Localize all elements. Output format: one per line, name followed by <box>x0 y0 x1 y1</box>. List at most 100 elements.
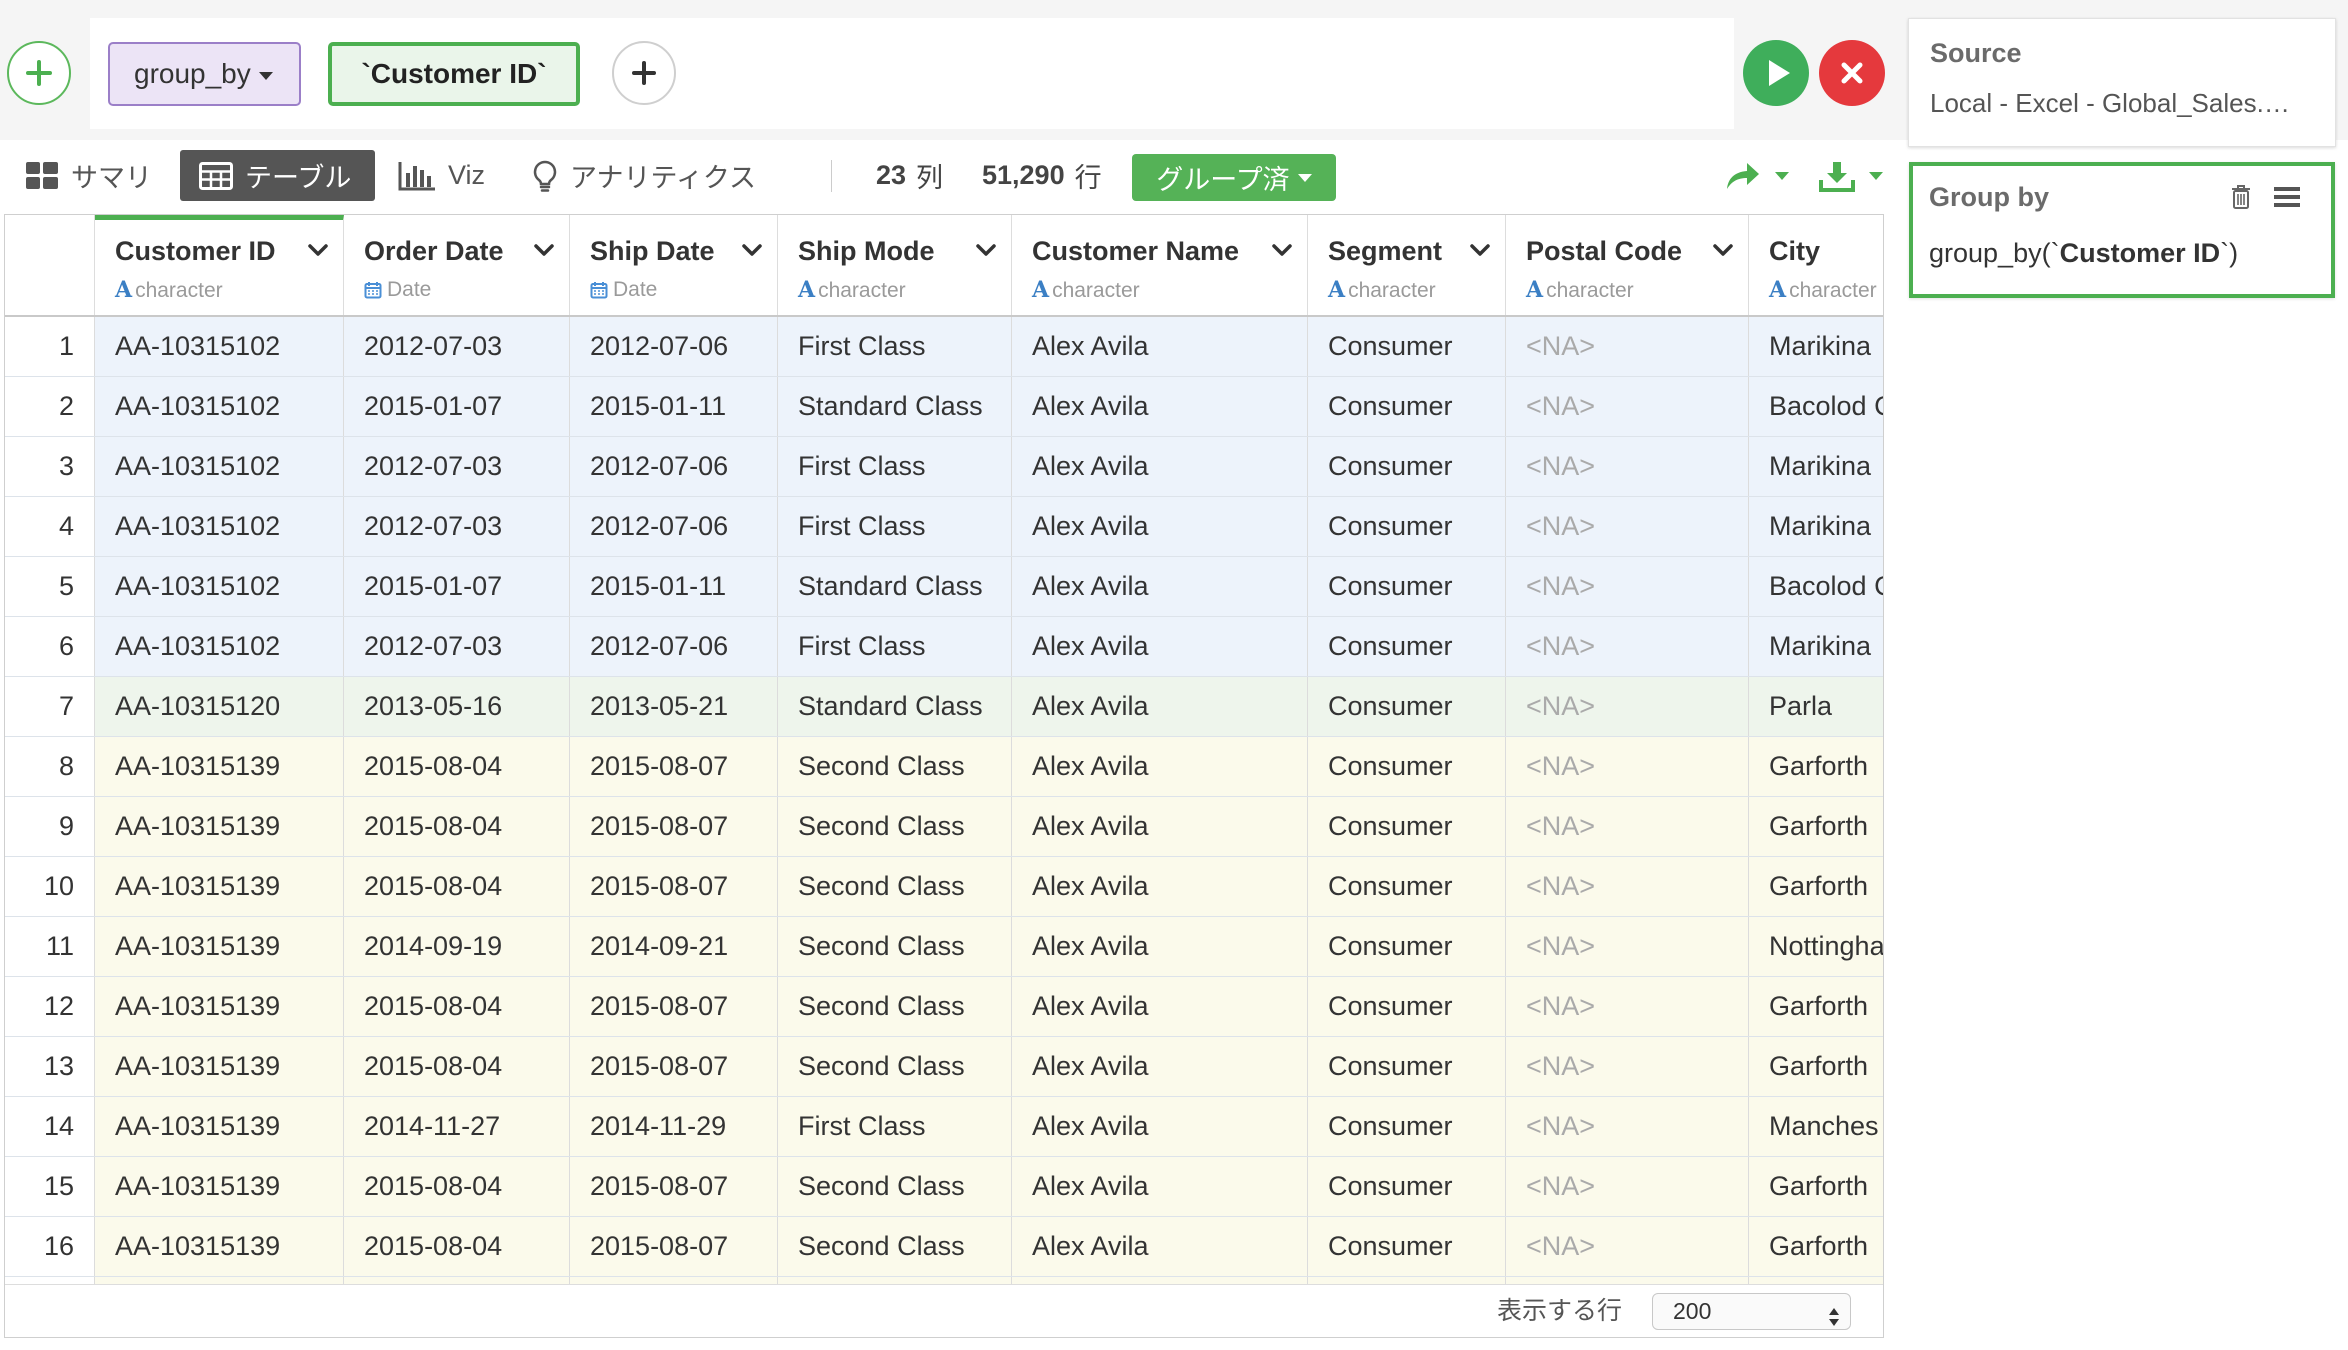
table-cell[interactable]: <NA> <box>1506 497 1749 556</box>
chevron-down-icon[interactable] <box>1712 243 1734 257</box>
table-cell[interactable]: Bacolod C <box>1749 377 1883 436</box>
column-header-segment[interactable]: Segmentcharacter <box>1308 215 1506 315</box>
add-step-button[interactable] <box>6 40 72 106</box>
table-cell[interactable]: Alex Avila <box>1012 917 1308 976</box>
table-cell[interactable]: Alex Avila <box>1012 737 1308 796</box>
table-cell[interactable]: Second Class <box>778 1217 1012 1276</box>
table-cell[interactable]: Consumer <box>1308 1217 1506 1276</box>
table-cell[interactable]: Alex Avila <box>1012 317 1308 376</box>
table-row[interactable]: 9 AA-10315139 2015-08-04 2015-08-07 Second C… <box>5 797 1883 857</box>
argument-token[interactable]: `Customer ID` <box>328 42 580 106</box>
table-cell[interactable]: 2015-08-07 <box>570 857 778 916</box>
table-cell[interactable]: Consumer <box>1308 317 1506 376</box>
table-cell[interactable]: Alex Avila <box>1012 1157 1308 1216</box>
table-cell[interactable]: Marikina <box>1749 437 1883 496</box>
table-cell[interactable]: <NA> <box>1506 437 1749 496</box>
table-cell[interactable]: AA-10315139 <box>95 1037 344 1096</box>
table-cell[interactable]: 2012-07-06 <box>570 497 778 556</box>
table-cell[interactable]: Consumer <box>1308 917 1506 976</box>
cancel-button[interactable] <box>1819 40 1885 106</box>
table-cell[interactable]: Second Class <box>778 857 1012 916</box>
table-cell[interactable]: Consumer <box>1308 857 1506 916</box>
table-cell[interactable]: <NA> <box>1506 617 1749 676</box>
table-cell[interactable]: Consumer <box>1308 377 1506 436</box>
table-cell[interactable]: Alex Avila <box>1012 1037 1308 1096</box>
table-cell[interactable]: Alex Avila <box>1012 617 1308 676</box>
table-cell[interactable]: AA-10315102 <box>95 437 344 496</box>
table-cell[interactable]: 2015-08-07 <box>570 1157 778 1216</box>
table-cell[interactable]: Alex Avila <box>1012 797 1308 856</box>
table-cell[interactable]: AA-10315102 <box>95 377 344 436</box>
table-cell[interactable]: 2015-08-07 <box>570 977 778 1036</box>
table-cell[interactable]: <NA> <box>1506 917 1749 976</box>
table-row[interactable]: 12 AA-10315139 2015-08-04 2015-08-07 Second … <box>5 977 1883 1037</box>
table-cell[interactable]: 2013-05-21 <box>570 677 778 736</box>
table-row[interactable]: 8 AA-10315139 2015-08-04 2015-08-07 Second C… <box>5 737 1883 797</box>
table-row[interactable]: 10 AA-10315139 2015-08-04 2015-08-07 Second … <box>5 857 1883 917</box>
table-cell[interactable]: Alex Avila <box>1012 1217 1308 1276</box>
table-cell[interactable]: Garforth <box>1749 857 1883 916</box>
download-button[interactable] <box>1819 150 1883 201</box>
table-row[interactable]: 11 AA-10315139 2014-09-19 2014-09-21 Second … <box>5 917 1883 977</box>
source-card[interactable]: Source Local - Excel - Global_Sales.… <box>1908 18 2336 147</box>
table-cell[interactable]: Consumer <box>1308 437 1506 496</box>
table-row[interactable]: 15 AA-10315139 2015-08-04 2015-08-07 Second … <box>5 1157 1883 1217</box>
table-cell[interactable]: <NA> <box>1506 1037 1749 1096</box>
table-cell[interactable]: AA-10315102 <box>95 317 344 376</box>
table-cell[interactable]: 2014-09-21 <box>570 917 778 976</box>
table-cell[interactable]: Consumer <box>1308 977 1506 1036</box>
table-cell[interactable]: <NA> <box>1506 977 1749 1036</box>
table-row[interactable]: 13 AA-10315139 2015-08-04 2015-08-07 Second … <box>5 1037 1883 1097</box>
table-row[interactable]: 4 AA-10315102 2012-07-03 2012-07-06 First Cl… <box>5 497 1883 557</box>
table-cell[interactable]: Consumer <box>1308 497 1506 556</box>
table-cell[interactable]: Bacolod C <box>1749 557 1883 616</box>
chevron-down-icon[interactable] <box>1469 243 1491 257</box>
table-cell[interactable]: <NA> <box>1506 377 1749 436</box>
table-cell[interactable]: AA-10315102 <box>95 617 344 676</box>
table-cell[interactable]: Second Class <box>778 797 1012 856</box>
table-cell[interactable]: <NA> <box>1506 857 1749 916</box>
table-cell[interactable]: Parla <box>1749 677 1883 736</box>
table-row[interactable]: 6 AA-10315102 2012-07-03 2012-07-06 First Cl… <box>5 617 1883 677</box>
table-cell[interactable]: 2015-01-11 <box>570 557 778 616</box>
tab-viz[interactable]: Viz <box>398 150 485 201</box>
table-cell[interactable]: Standard Class <box>778 677 1012 736</box>
table-cell[interactable]: Alex Avila <box>1012 677 1308 736</box>
run-button[interactable] <box>1743 40 1809 106</box>
table-cell[interactable]: Alex Avila <box>1012 977 1308 1036</box>
table-cell[interactable]: AA-10315139 <box>95 797 344 856</box>
table-cell[interactable]: Standard Class <box>778 557 1012 616</box>
table-cell[interactable]: 2015-01-07 <box>344 377 570 436</box>
table-cell[interactable]: Manches <box>1749 1097 1883 1156</box>
column-header-ship-mode[interactable]: Ship Modecharacter <box>778 215 1012 315</box>
table-cell[interactable]: 2015-08-04 <box>344 1217 570 1276</box>
table-cell[interactable]: AA-10315120 <box>95 677 344 736</box>
column-header-postal-code[interactable]: Postal Codecharacter <box>1506 215 1749 315</box>
table-cell[interactable]: Second Class <box>778 1037 1012 1096</box>
table-cell[interactable]: 2014-11-29 <box>570 1097 778 1156</box>
table-cell[interactable]: Consumer <box>1308 1157 1506 1216</box>
column-header-customer-name[interactable]: Customer Name character <box>1012 215 1308 315</box>
table-cell[interactable]: 2015-01-11 <box>570 377 778 436</box>
table-cell[interactable]: Second Class <box>778 917 1012 976</box>
table-cell[interactable]: AA-10315139 <box>95 737 344 796</box>
table-cell[interactable]: Consumer <box>1308 797 1506 856</box>
table-cell[interactable]: 2012-07-03 <box>344 617 570 676</box>
table-row[interactable]: 1 AA-10315102 2012-07-03 2012-07-06 First Cl… <box>5 317 1883 377</box>
table-cell[interactable]: 2013-05-16 <box>344 677 570 736</box>
table-cell[interactable]: AA-10315139 <box>95 1217 344 1276</box>
table-cell[interactable]: 2015-08-07 <box>570 737 778 796</box>
table-cell[interactable]: Alex Avila <box>1012 377 1308 436</box>
table-cell[interactable]: First Class <box>778 437 1012 496</box>
table-cell[interactable]: <NA> <box>1506 557 1749 616</box>
table-cell[interactable]: Marikina <box>1749 617 1883 676</box>
table-cell[interactable]: AA-10315139 <box>95 1097 344 1156</box>
table-cell[interactable]: Consumer <box>1308 617 1506 676</box>
table-row[interactable]: 16 AA-10315139 2015-08-04 2015-08-07 Second … <box>5 1217 1883 1277</box>
table-cell[interactable]: Alex Avila <box>1012 497 1308 556</box>
table-cell[interactable]: <NA> <box>1506 1157 1749 1216</box>
table-cell[interactable]: 2015-01-07 <box>344 557 570 616</box>
table-cell[interactable]: 2012-07-03 <box>344 437 570 496</box>
table-cell[interactable]: Garforth <box>1749 1157 1883 1216</box>
table-cell[interactable]: <NA> <box>1506 797 1749 856</box>
